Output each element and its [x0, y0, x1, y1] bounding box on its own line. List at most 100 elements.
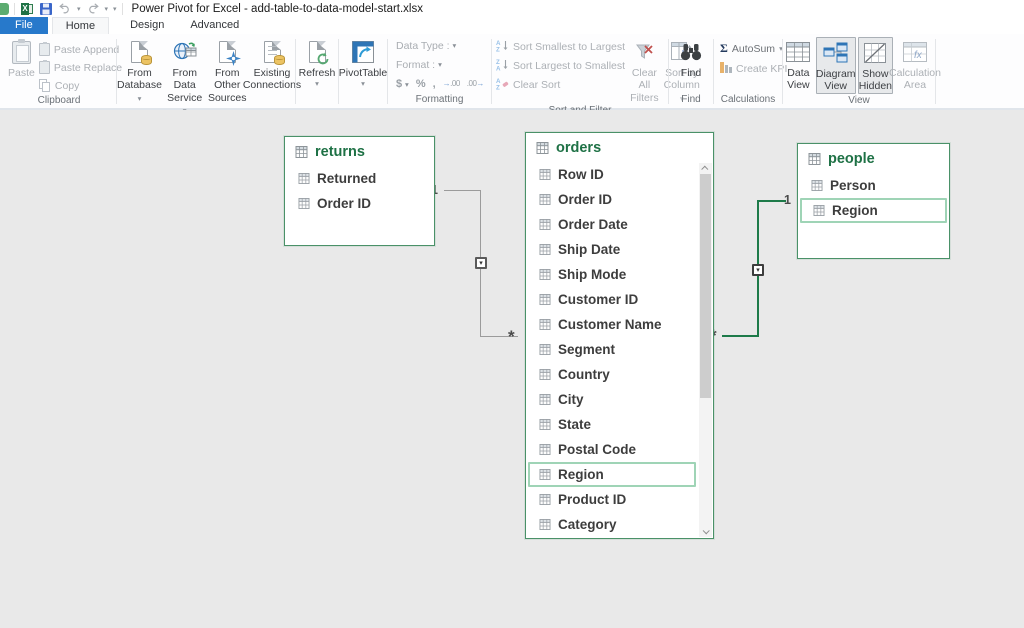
currency-button[interactable]: $ ▾ — [396, 78, 409, 90]
undo-icon[interactable] — [58, 2, 72, 16]
clear-sort-button[interactable]: AZ Clear Sort — [496, 76, 625, 93]
field-label: Region — [832, 203, 878, 218]
table-field[interactable]: Order ID — [285, 191, 434, 216]
scroll-down-icon[interactable] — [699, 526, 712, 537]
field-grid-icon — [539, 244, 551, 255]
table-card-orders[interactable]: orders Row ID Order ID Order Date — [525, 132, 714, 539]
format-dropdown[interactable]: Format :▾ — [396, 56, 442, 73]
increase-decimal-button[interactable]: →.00 — [443, 79, 460, 88]
table-field[interactable]: Order ID — [526, 187, 698, 212]
field-label: Segment — [558, 342, 615, 357]
relationship-line-active[interactable] — [757, 200, 786, 202]
from-database-button[interactable]: From Database ▾ — [117, 37, 162, 104]
table-field[interactable]: City — [526, 387, 698, 412]
table-card-people[interactable]: people Person Region — [797, 143, 950, 259]
diagram-view-button[interactable]: Diagram View — [816, 37, 856, 94]
field-grid-icon — [811, 180, 823, 191]
table-field[interactable]: State — [526, 412, 698, 437]
field-label: Person — [830, 178, 876, 193]
relationship-line-active[interactable] — [722, 335, 759, 337]
decrease-decimal-button[interactable]: .00→ — [467, 79, 484, 88]
relationship-connector[interactable]: ▾ — [752, 264, 764, 276]
table-field[interactable]: Customer Name — [526, 312, 698, 337]
group-find: Find Find — [669, 34, 713, 108]
redo-icon[interactable] — [86, 2, 100, 16]
field-label: Postal Code — [558, 442, 636, 457]
excel-icon[interactable]: X — [20, 2, 34, 16]
quick-access-caret-icon[interactable]: ▾ — [113, 5, 117, 13]
percent-button[interactable]: % — [416, 78, 426, 90]
table-field[interactable]: Segment — [526, 337, 698, 362]
table-field[interactable]: Ship Date — [526, 237, 698, 262]
calculation-area-button[interactable]: fx Calculation Area — [895, 37, 935, 92]
find-button[interactable]: Find — [672, 37, 710, 79]
refresh-button[interactable]: Refresh ▾ — [297, 37, 337, 87]
save-icon[interactable] — [39, 2, 53, 16]
table-field[interactable]: Ship Mode — [526, 262, 698, 287]
show-hidden-button[interactable]: Show Hidden — [858, 37, 893, 94]
clear-all-filters-button[interactable]: Clear All Filters — [630, 37, 659, 104]
table-field[interactable]: Customer ID — [526, 287, 698, 312]
table-field[interactable]: Product ID — [526, 487, 698, 512]
table-field[interactable]: Order Date — [526, 212, 698, 237]
table-icon — [536, 142, 549, 154]
sort-largest-to-smallest-button[interactable]: ZA Sort Largest to Smallest — [496, 57, 625, 74]
tab-advanced[interactable]: Advanced — [177, 17, 252, 34]
sort-desc-icon: ZA — [496, 58, 509, 74]
from-other-sources-button[interactable]: From Other Sources — [207, 37, 247, 104]
paste-replace-button[interactable]: Paste Replace — [39, 59, 122, 76]
redo-caret-icon[interactable]: ▾ — [105, 5, 109, 13]
orders-scrollbar[interactable] — [699, 163, 712, 537]
undo-caret-icon[interactable]: ▾ — [77, 5, 81, 13]
group-view: Data View Diagram V — [783, 34, 935, 108]
group-refresh: Refresh ▾ — [296, 34, 338, 108]
copy-icon — [39, 79, 51, 92]
tab-home[interactable]: Home — [52, 17, 109, 34]
copy-button[interactable]: Copy — [39, 77, 122, 94]
from-data-service-button[interactable]: From Data Service ▾ — [164, 37, 205, 117]
pivottable-button[interactable]: PivotTable ▾ — [340, 37, 386, 87]
existing-connections-button[interactable]: Existing Connections — [249, 37, 295, 92]
data-type-dropdown[interactable]: Data Type :▾ — [396, 37, 456, 54]
table-header-returns[interactable]: returns — [285, 137, 434, 166]
paste-button[interactable]: Paste — [8, 37, 35, 79]
table-field[interactable]: Country — [526, 362, 698, 387]
field-grid-icon — [539, 469, 551, 480]
table-card-returns[interactable]: returns Returned Order ID — [284, 136, 435, 246]
title-bar: X ▾ ▾ ▾ Power Pivot for Excel - add-tabl… — [0, 0, 1024, 17]
table-field[interactable]: Category — [526, 512, 698, 537]
tab-file[interactable]: File — [0, 17, 48, 34]
relationship-line[interactable] — [444, 190, 481, 191]
clear-sort-icon: AZ — [496, 77, 509, 93]
field-grid-icon — [539, 219, 551, 230]
scrollbar-thumb[interactable] — [700, 174, 711, 398]
ribbon: Paste Paste Append Paste Replace Copy — [0, 34, 1024, 110]
data-view-button[interactable]: Data View — [783, 37, 814, 92]
table-field[interactable]: Row ID — [526, 162, 698, 187]
comma-button[interactable]: , — [433, 78, 436, 90]
field-label: Returned — [317, 171, 376, 186]
field-label: Order Date — [558, 217, 628, 232]
table-field[interactable]: Postal Code — [526, 437, 698, 462]
create-kpi-button[interactable]: Create KPI — [720, 60, 787, 77]
refresh-icon — [309, 41, 326, 63]
scroll-up-icon[interactable] — [699, 163, 712, 174]
table-field[interactable]: Person — [798, 173, 949, 198]
sort-smallest-to-largest-button[interactable]: AZ Sort Smallest to Largest — [496, 38, 625, 55]
field-grid-icon — [539, 344, 551, 355]
field-grid-icon — [539, 419, 551, 430]
find-binoculars-icon — [680, 39, 702, 65]
table-header-orders[interactable]: orders — [526, 133, 713, 162]
table-field[interactable]: Returned — [285, 166, 434, 191]
relationship-connector[interactable]: ▾ — [475, 257, 487, 269]
table-header-people[interactable]: people — [798, 144, 949, 173]
paste-append-button[interactable]: Paste Append — [39, 41, 122, 58]
table-field[interactable]: Region — [800, 198, 947, 223]
tab-design[interactable]: Design — [117, 17, 177, 34]
divider — [935, 39, 936, 104]
field-grid-icon — [539, 269, 551, 280]
diagram-canvas[interactable]: 1 * ▾ 1 * ▾ returns Returned — [0, 110, 1024, 628]
autosum-button[interactable]: Σ AutoSum▾ — [720, 40, 783, 57]
table-field[interactable]: Region — [528, 462, 696, 487]
show-hidden-icon — [864, 40, 886, 66]
